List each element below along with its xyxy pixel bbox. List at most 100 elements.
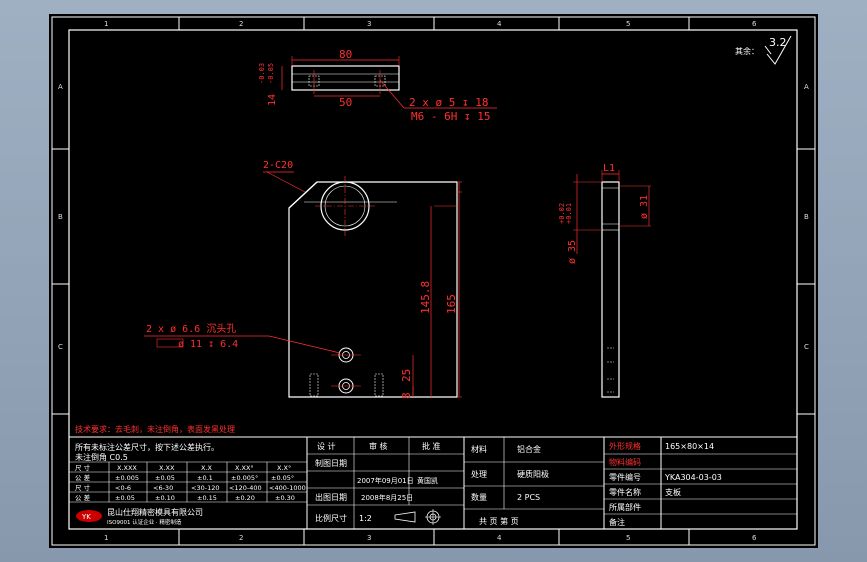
tol-header-3: X.X [201, 464, 213, 472]
scale-value: 1:2 [359, 514, 372, 523]
top-view-outline [291, 65, 400, 91]
tol-cell: ±0.1 [197, 474, 213, 482]
cad-drawing: 1 2 3 4 5 6 1 2 3 4 5 6 A B C A B C 其余： … [51, 16, 816, 546]
dim-bore-center-height: 145.8 [419, 281, 432, 314]
tol-cell: ±0.05 [115, 494, 135, 502]
dim-od-tol-lower: +0.01 [565, 203, 573, 224]
approve-label: 批 准 [422, 441, 441, 451]
print-date: 2008年8月25日 [361, 493, 413, 502]
dim-height: 14 [267, 94, 278, 106]
sheet-label: 共 页 第 页 [479, 516, 519, 526]
part-name-label: 零件名称 [609, 487, 641, 497]
review-label: 审 核 [369, 441, 388, 451]
company-name: 昆山仕翔精密模具有限公司 [107, 507, 203, 517]
drawing-no-value: YKA304-03-03 [664, 473, 722, 482]
tol-cell: 尺 寸 [75, 483, 91, 492]
company-sub: ISO9001 认证企业 · 精密制造 [107, 518, 182, 526]
zone-col-1: 1 [104, 20, 108, 28]
tol-cell: <6-30 [153, 484, 173, 492]
assembly-label: 所属部件 [609, 502, 641, 512]
tol-header-4: X.XX° [235, 464, 254, 472]
dim-overall-width: 80 [339, 48, 352, 61]
tol-cell: <400-1000 [269, 484, 306, 492]
zone-row-c: C [58, 343, 63, 351]
tol-cell: <120-400 [229, 484, 262, 492]
zone-row-b-right: B [804, 213, 809, 221]
tol-cell: 公 差 [75, 493, 91, 502]
dim-hole-height-1: 25 [400, 369, 413, 382]
note-line1: 所有未标注公差尺寸，按下述公差执行。 [75, 442, 219, 452]
scale-label: 比例尺寸 [315, 513, 347, 523]
tol-cell: <30-120 [191, 484, 219, 492]
zone-col-6-bottom: 6 [752, 534, 757, 542]
hole-callout-line1: 2 x ø 6.6 沉头孔 [146, 322, 236, 335]
dim-outer-diameter: ø 35 [567, 240, 578, 264]
process-label: 处理 [471, 469, 487, 479]
tol-cell: ±0.20 [235, 494, 255, 502]
hole-callout-line2: ø 11 ↧ 6.4 [178, 339, 238, 350]
zone-col-4: 4 [497, 20, 502, 28]
zone-col-3-bottom: 3 [367, 534, 371, 542]
logo-text: YK [81, 513, 91, 521]
dim-hole-height-2: 8 [400, 392, 413, 399]
tol-cell: ±0.005° [231, 474, 258, 482]
tol-cell: ±0.05 [155, 474, 175, 482]
zone-row-c-right: C [804, 343, 809, 351]
qty-label: 数量 [471, 492, 487, 502]
qty-value: 2 PCS [517, 493, 540, 502]
tol-cell: ±0.15 [197, 494, 217, 502]
zone-col-1-bottom: 1 [104, 534, 108, 542]
zone-col-4-bottom: 4 [497, 534, 502, 542]
tol-cell: ±0.30 [275, 494, 295, 502]
top-callout-line2: M6 - 6H ↧ 15 [411, 110, 490, 123]
zone-row-a: A [58, 83, 63, 91]
tol-cell: 公 差 [75, 473, 91, 482]
dim-hole-spacing: 50 [339, 96, 352, 109]
front-view: 2-C20 165 145.8 25 8 2 x ø 6.6 沉头孔 ø 11 … [144, 160, 462, 399]
dim-chamfer: 2-C20 [263, 160, 293, 171]
drawing-viewport[interactable]: 1 2 3 4 5 6 1 2 3 4 5 6 A B C A B C 其余： … [49, 14, 818, 548]
roughness-value: 3.2 [769, 36, 787, 49]
top-view: 80 50 14 -0.03 -0.05 2 x ø 5 ↧ 18 M6 - 6… [258, 48, 497, 123]
tol-header-2: X.XX [159, 464, 175, 472]
roughness-symbol: 其余： 3.2 [735, 35, 792, 65]
remark-label: 备注 [609, 517, 625, 527]
tol-header-5: X.X° [277, 464, 291, 472]
zone-col-3: 3 [367, 20, 371, 28]
side-view-outline [601, 181, 620, 398]
notes: 技术要求：去毛刺，未注倒角，表面发黑处理 所有未标注公差尺寸，按下述公差执行。 … [75, 424, 235, 462]
zone-col-2-bottom: 2 [239, 534, 243, 542]
tol-cell: ±0.05° [271, 474, 294, 482]
red-note: 技术要求：去毛刺，未注倒角，表面发黑处理 [75, 424, 235, 434]
zone-col-2: 2 [239, 20, 243, 28]
spec-value: 165×80×14 [665, 442, 714, 451]
dim-tol-upper: -0.03 [258, 63, 266, 84]
tol-cell: ±0.10 [155, 494, 175, 502]
dim-tol-lower: -0.05 [267, 63, 275, 84]
design-label: 设 计 [317, 441, 336, 451]
tol-header-1: X.XXX [117, 464, 137, 472]
drawing-date-label: 制图日期 [315, 458, 347, 468]
projection-cone-icon [394, 511, 416, 523]
roughness-label: 其余： [735, 46, 759, 56]
side-view: L1 ø 31 ø 35 +0.02 +0.01 [558, 163, 651, 398]
drawer: 黄国凯 [417, 476, 438, 485]
tol-cell: <0-6 [115, 484, 131, 492]
material-label: 材料 [471, 444, 487, 454]
zone-col-6: 6 [752, 20, 757, 28]
top-callout-line1: 2 x ø 5 ↧ 18 [409, 96, 488, 109]
mat-no-label: 物料编码 [609, 457, 641, 467]
tol-header-0: 尺 寸 [75, 463, 91, 472]
dim-side-width: L1 [603, 163, 615, 174]
zone-col-5-bottom: 5 [626, 534, 630, 542]
process-value: 硬质阳极 [517, 469, 549, 479]
zone-row-a-right: A [804, 83, 809, 91]
note-line2: 未注倒角 C0.5 [75, 452, 128, 462]
zone-row-b: B [58, 213, 63, 221]
spec-label: 外形规格 [609, 441, 641, 451]
part-name-value: 支板 [665, 487, 681, 497]
material-value: 铝合金 [517, 444, 541, 454]
zone-col-5: 5 [626, 20, 630, 28]
drawing-no-label: 零件编号 [609, 472, 641, 482]
drawing-date: 2007年09月01日 [357, 476, 414, 485]
